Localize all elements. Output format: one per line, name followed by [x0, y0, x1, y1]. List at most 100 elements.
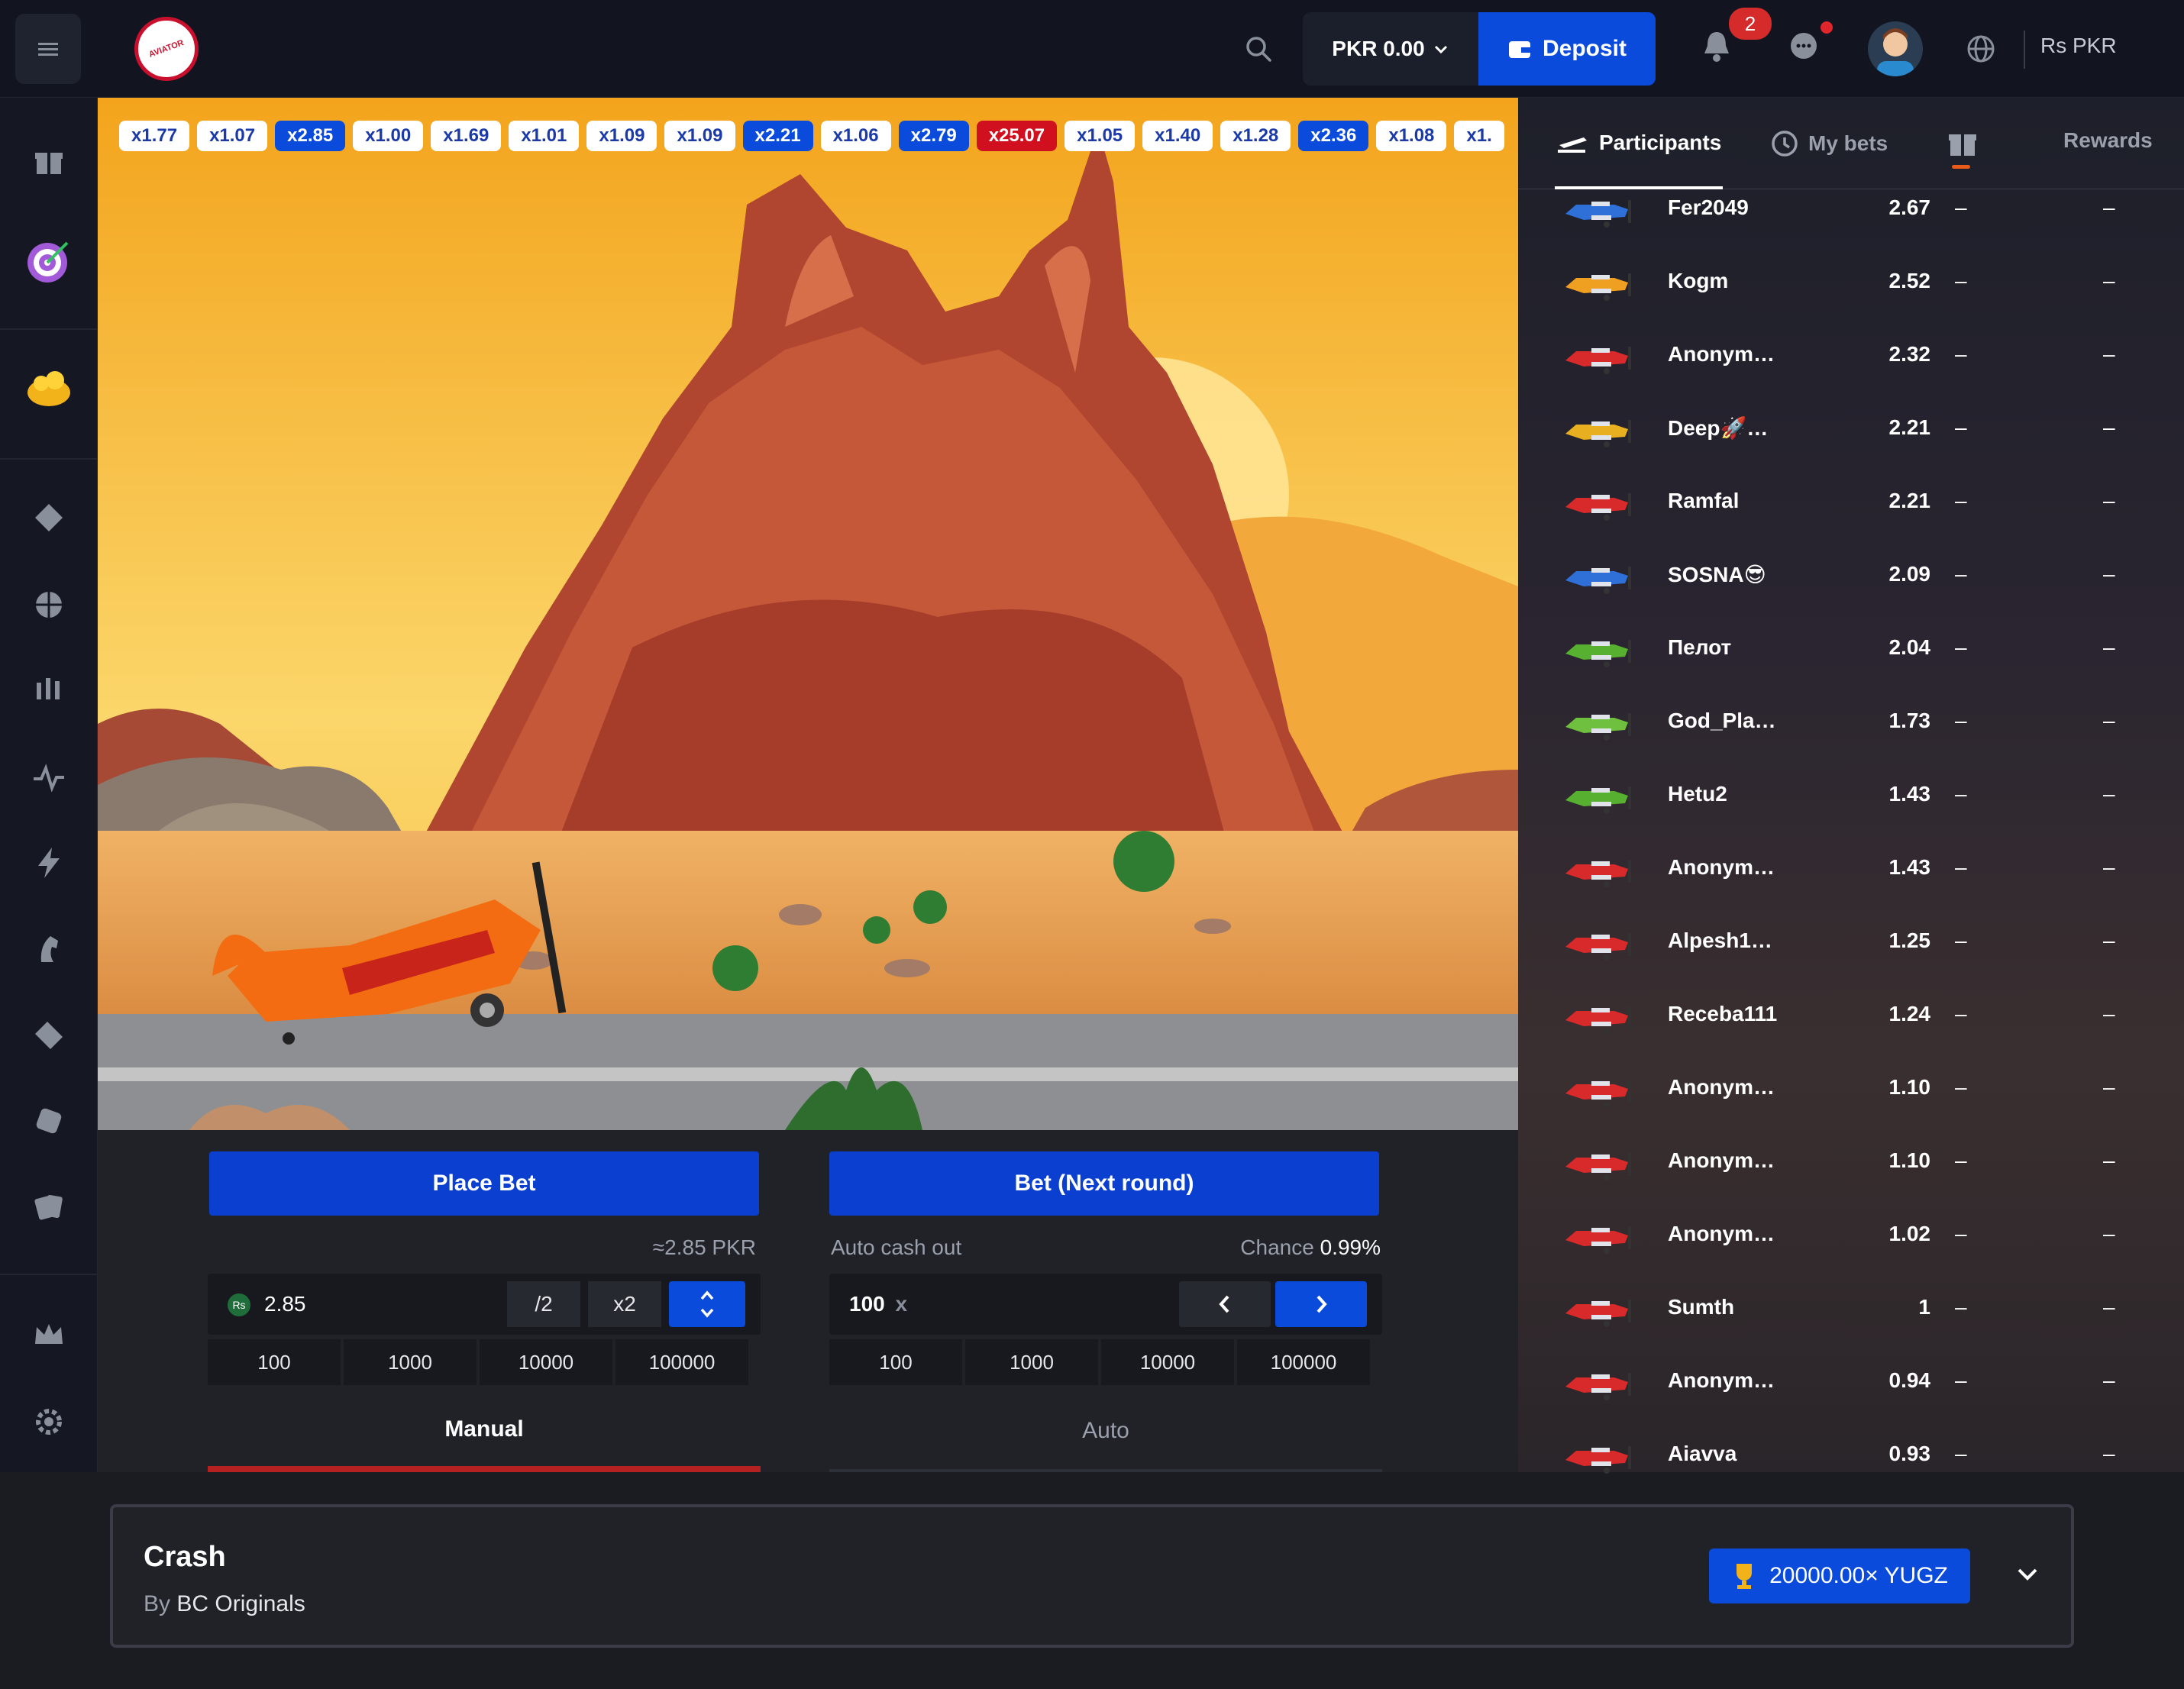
- gift-icon[interactable]: [1946, 125, 1979, 159]
- treasure-icon[interactable]: [20, 357, 78, 415]
- bet-amount-input[interactable]: 2.85: [264, 1292, 306, 1316]
- participant-win: –: [2103, 1148, 2115, 1172]
- participant-name: Пелот: [1668, 635, 1732, 659]
- avatar[interactable]: [1868, 21, 1923, 76]
- chevron-up-down-icon: [700, 1290, 714, 1318]
- halve-bet-button[interactable]: /2: [507, 1281, 580, 1327]
- quick-amount-button[interactable]: 100: [829, 1339, 962, 1385]
- participant-row: Anonym… 1.10– –: [1518, 1122, 2184, 1196]
- aviator-logo[interactable]: AVIATOR: [134, 17, 199, 81]
- participant-name: Anonym…: [1668, 1368, 1775, 1392]
- currency-selector[interactable]: Rs PKR: [2040, 34, 2117, 58]
- cashout-value: 100: [849, 1292, 885, 1316]
- participant-win: –: [2103, 1442, 2115, 1465]
- multiplier-chip: x1.09: [664, 121, 735, 151]
- multiplier-chip: x1.06: [820, 121, 891, 151]
- participant-multiplier: 1.43: [1888, 855, 1931, 879]
- participant-row: Alpesh1… 1.25– –: [1518, 903, 2184, 976]
- quick-amount-button[interactable]: 10000: [480, 1339, 612, 1385]
- search-icon[interactable]: [1243, 34, 1274, 64]
- double-bet-button[interactable]: x2: [588, 1281, 661, 1327]
- participant-bet: –: [1955, 415, 1967, 439]
- auto-cashout-input[interactable]: 100 x: [849, 1292, 907, 1316]
- target-icon[interactable]: [21, 234, 76, 289]
- dice-icon[interactable]: [31, 1103, 67, 1139]
- participant-multiplier: 0.93: [1888, 1442, 1931, 1465]
- chevron-left-icon: [1219, 1295, 1229, 1313]
- participant-win: –: [2103, 415, 2115, 439]
- lightning-icon[interactable]: [31, 844, 67, 881]
- cards-icon[interactable]: [31, 1188, 67, 1225]
- participant-name: Anonym…: [1668, 855, 1775, 879]
- menu-toggle-button[interactable]: [15, 14, 81, 84]
- participant-bet: –: [1955, 1442, 1967, 1465]
- provider-name[interactable]: BC Originals: [176, 1591, 305, 1616]
- logo-text: AVIATOR: [147, 38, 186, 60]
- tab-rewards[interactable]: Rewards: [2063, 128, 2153, 153]
- participant-multiplier: 2.21: [1888, 415, 1931, 439]
- tab-my-bets[interactable]: My bets: [1769, 128, 1888, 159]
- balance-selector[interactable]: PKR 0.00: [1303, 12, 1478, 86]
- participant-win: –: [2103, 1075, 2115, 1099]
- deposit-button[interactable]: Deposit: [1478, 12, 1656, 86]
- participant-bet: –: [1955, 1148, 1967, 1172]
- trophy-icon: [1737, 1564, 1753, 1589]
- game-provider: By BC Originals: [144, 1591, 305, 1617]
- quick-amount-button[interactable]: 100000: [615, 1339, 748, 1385]
- gift-icon[interactable]: [31, 142, 67, 179]
- ticket-icon[interactable]: [31, 1017, 67, 1054]
- quick-amount-button[interactable]: 1000: [965, 1339, 1098, 1385]
- notification-badge: 2: [1729, 8, 1772, 40]
- bet-next-round-button[interactable]: Bet (Next round): [829, 1151, 1379, 1216]
- cashout-suffix: x: [895, 1292, 908, 1316]
- plane-icon: [1565, 786, 1631, 814]
- max-win-badge[interactable]: 20000.00× YUGZ: [1709, 1549, 1970, 1603]
- sidebar: [0, 98, 98, 1472]
- tab-manual[interactable]: Manual: [208, 1402, 761, 1457]
- quick-amount-button[interactable]: 100000: [1237, 1339, 1370, 1385]
- tab-participants[interactable]: Participants: [1555, 128, 1721, 157]
- participant-name: Anonym…: [1668, 342, 1775, 366]
- plane-icon: [1565, 347, 1631, 374]
- top-bar: AVIATOR PKR 0.00 Deposit 2 Rs PKR: [0, 0, 2184, 98]
- participant-name: Sumth: [1668, 1295, 1735, 1319]
- participant-name: Deep🚀…: [1668, 416, 1769, 440]
- participant-win: –: [2103, 709, 2115, 732]
- participant-name: Alpesh1…: [1668, 928, 1772, 952]
- participant-row: Kogm 2.52 – –: [1518, 243, 2184, 316]
- bell-icon[interactable]: [1701, 29, 1732, 64]
- basketball-icon[interactable]: [31, 586, 67, 623]
- horse-icon[interactable]: [31, 930, 67, 967]
- multiplier-chip: x25.07: [976, 121, 1058, 151]
- currency-tag: Rs: [228, 1293, 250, 1316]
- quick-amount-button[interactable]: 10000: [1101, 1339, 1234, 1385]
- participants-panel: Participants My bets Rewards Fer2049 2.67…: [1518, 98, 2184, 1474]
- chevron-down-icon[interactable]: [2014, 1561, 2040, 1587]
- decrease-cashout-button[interactable]: [1179, 1281, 1271, 1327]
- diamond-icon[interactable]: [31, 499, 67, 536]
- participant-row: Sumth 1 – –: [1518, 1269, 2184, 1342]
- tab-manual-indicator: [208, 1466, 761, 1472]
- quick-amount-button[interactable]: 100: [208, 1339, 341, 1385]
- divider: [0, 328, 98, 330]
- tab-auto[interactable]: Auto: [829, 1403, 1382, 1458]
- crown-icon[interactable]: [31, 1316, 67, 1353]
- settings-icon[interactable]: [31, 1403, 67, 1440]
- bet-stepper-button[interactable]: [669, 1281, 745, 1327]
- plane-icon: [1565, 1300, 1631, 1327]
- chat-unread-dot: [1821, 21, 1833, 34]
- place-bet-button[interactable]: Place Bet: [209, 1151, 759, 1216]
- participant-win: –: [2103, 562, 2115, 586]
- game-info-bar: Crash By BC Originals 20000.00× YUGZ: [110, 1504, 2074, 1648]
- chart-icon[interactable]: [31, 672, 67, 709]
- increase-cashout-button[interactable]: [1275, 1281, 1367, 1327]
- pulse-icon[interactable]: [31, 759, 67, 796]
- game-title: Crash: [144, 1541, 226, 1573]
- participant-row: Anonym… 1.10– –: [1518, 1049, 2184, 1122]
- chat-icon[interactable]: [1788, 31, 1819, 61]
- participant-row: God_Pla… 1.73 – –: [1518, 683, 2184, 756]
- plane-icon: [1565, 933, 1631, 961]
- quick-amount-button[interactable]: 1000: [344, 1339, 477, 1385]
- chance-display: Chance 0.99%: [1228, 1235, 1381, 1260]
- globe-icon[interactable]: [1966, 34, 1996, 64]
